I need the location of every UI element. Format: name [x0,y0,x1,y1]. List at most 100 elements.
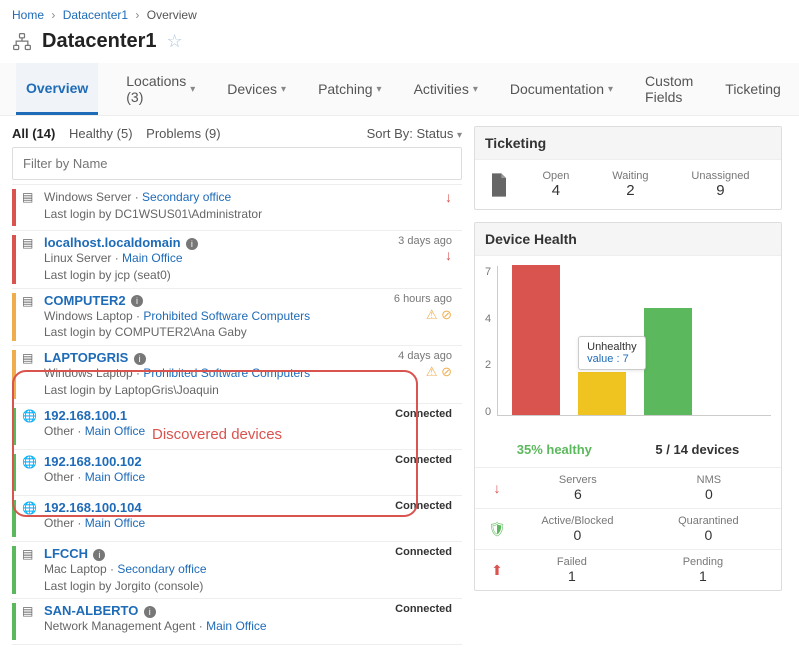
tab-custom-fields[interactable]: Custom Fields [641,63,697,115]
warning-icons: ⚠ ⊘ [394,307,452,323]
device-status: 6 hours ago⚠ ⊘ [394,293,456,342]
device-row[interactable]: ▤LAPTOPGRIS iWindows Laptop · Prohibited… [12,346,462,404]
device-body: 192.168.100.104Other · Main Office [44,500,395,537]
device-body: Windows Server · Secondary officeLast lo… [44,189,445,226]
device-meta: Other · Main Office [44,469,395,486]
breadcrumb-home[interactable]: Home [12,8,44,22]
device-name-link[interactable]: localhost.localdomain [44,235,181,250]
arrow-down-icon: ↓ [485,480,509,496]
device-name-link[interactable]: COMPUTER2 [44,293,126,308]
device-body: 192.168.100.102Other · Main Office [44,454,395,491]
document-icon [485,171,513,199]
device-login: Last login by COMPUTER2\Ana Gaby [44,324,394,341]
tab-patching[interactable]: Patching▾ [314,63,386,115]
device-login: Last login by LaptopGris\Joaquin [44,382,398,399]
y-tick: 0 [485,406,491,418]
device-meta: Linux Server · Main Office [44,250,398,267]
device-meta: Other · Main Office [44,515,395,532]
sort-by[interactable]: Sort By: Status ▾ [367,126,462,141]
device-name-link[interactable]: LFCCH [44,546,88,561]
device-status: Connected [395,546,456,595]
tab-activities[interactable]: Activities▾ [410,63,482,115]
device-row[interactable]: ▤COMPUTER2 iWindows Laptop · Prohibited … [12,289,462,347]
tab-ticketing[interactable]: Ticketing [721,63,785,115]
device-location-link[interactable]: Main Office [85,516,145,530]
device-row[interactable]: 🌐192.168.100.104Other · Main OfficeConne… [12,496,462,542]
chart-bar[interactable] [512,265,560,415]
device-name-link[interactable]: 192.168.100.104 [44,500,142,515]
stat-cell[interactable]: Servers6 [559,474,597,502]
device-row[interactable]: 🌐192.168.100.102Other · Main OfficeConne… [12,450,462,496]
device-status: Connected [395,454,456,491]
device-location-link[interactable]: Main Office [85,424,145,438]
info-icon[interactable]: i [186,238,198,250]
device-row[interactable]: ▤LFCCH iMac Laptop · Secondary officeLas… [12,542,462,600]
org-hierarchy-icon [12,32,32,52]
device-name-link[interactable]: 192.168.100.1 [44,408,127,423]
device-location-link[interactable]: Prohibited Software Computers [143,366,310,380]
device-list: ▤Windows Server · Secondary officeLast l… [12,184,462,645]
device-body: LFCCH iMac Laptop · Secondary officeLast… [44,546,395,595]
status-bar [12,293,16,342]
globe-icon: 🌐 [22,500,38,537]
device-location-link[interactable]: Main Office [206,619,266,633]
breadcrumb-datacenter[interactable]: Datacenter1 [63,8,128,22]
chart-bar[interactable] [644,308,692,415]
stat-cell[interactable]: Pending1 [683,556,723,584]
health-stat-row: 🛡Active/Blocked0Quarantined0 [475,508,781,549]
tickets-waiting[interactable]: Waiting2 [612,170,648,199]
info-icon[interactable]: i [134,353,146,365]
device-meta: Other · Main Office [44,423,395,440]
tab-overview[interactable]: Overview [16,63,98,115]
tabs: Overview Locations (3)▾ Devices▾ Patchin… [0,63,799,116]
device-row[interactable]: ▤Windows Server · Secondary officeLast l… [12,185,462,231]
chevron-down-icon: ▾ [473,84,478,95]
tab-documentation[interactable]: Documentation▾ [506,63,617,115]
tickets-open[interactable]: Open4 [542,170,569,199]
device-location-link[interactable]: Secondary office [142,190,231,204]
filter-healthy[interactable]: Healthy (5) [69,126,133,141]
tab-locations[interactable]: Locations (3)▾ [122,63,199,115]
info-icon[interactable]: i [93,549,105,561]
device-name-link[interactable]: LAPTOPGRIS [44,350,128,365]
chart-bar[interactable] [578,372,626,415]
health-title: Device Health [475,223,781,256]
health-stat-row: ⬆Failed1Pending1 [475,549,781,590]
status-bar [12,603,16,640]
device-row[interactable]: ▤ localhost.localdomain iLinux Server · M… [12,231,462,289]
filter-input[interactable] [12,147,462,180]
device-body: SAN-ALBERTO iNetwork Management Agent · … [44,603,395,640]
device-status: Connected [395,603,456,640]
device-row[interactable]: 🌐192.168.100.1Other · Main OfficeConnect… [12,404,462,450]
device-location-link[interactable]: Main Office [85,470,145,484]
titlebar: Datacenter1 ☆ [0,26,799,63]
device-row[interactable]: ▤SAN-ALBERTO iNetwork Management Agent ·… [12,599,462,645]
tickets-unassigned[interactable]: Unassigned9 [691,170,749,199]
device-location-link[interactable]: Main Office [122,251,182,265]
chevron-down-icon: ▾ [377,84,382,95]
device-name-link[interactable]: 192.168.100.102 [44,454,142,469]
filter-all[interactable]: All (14) [12,126,55,141]
stat-cell[interactable]: Quarantined0 [678,515,739,543]
device-status: Connected [395,408,456,445]
status-bar [12,454,16,491]
device-location-link[interactable]: Secondary office [117,562,206,576]
stat-cell[interactable]: Failed1 [557,556,587,584]
info-icon[interactable]: i [144,606,156,618]
stat-cell[interactable]: Active/Blocked0 [541,515,613,543]
chart-tooltip: Unhealthy value : 7 [578,336,646,370]
status-bar [12,546,16,595]
info-icon[interactable]: i [131,295,143,307]
status-bar [12,189,16,226]
device-status: Connected [395,500,456,537]
tab-devices[interactable]: Devices▾ [223,63,290,115]
breadcrumb-current: Overview [147,8,197,22]
y-tick: 7 [485,266,491,278]
favorite-star-icon[interactable]: ☆ [167,31,183,52]
stat-cell[interactable]: NMS0 [697,474,721,502]
device-name-link[interactable]: SAN-ALBERTO [44,603,138,618]
chevron-down-icon: ▾ [457,130,462,141]
device-icon: ▤ [22,235,38,284]
filter-problems[interactable]: Problems (9) [146,126,220,141]
device-location-link[interactable]: Prohibited Software Computers [143,309,310,323]
